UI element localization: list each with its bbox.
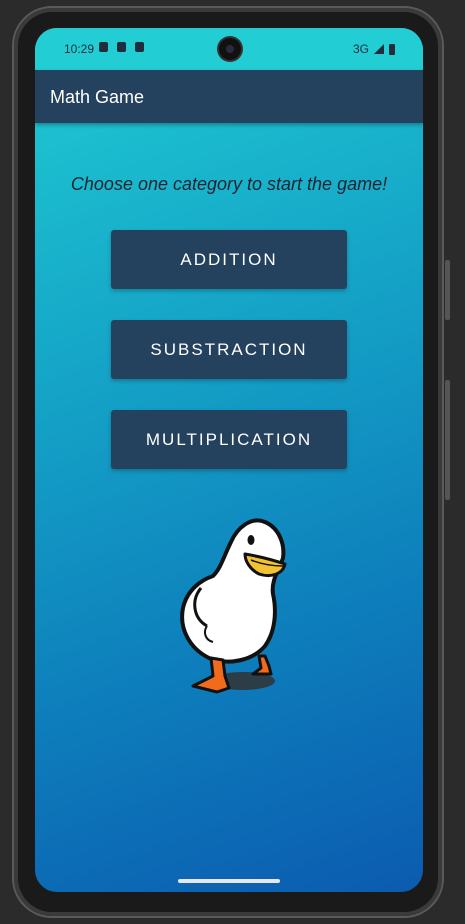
- sd-card-icon: [117, 42, 126, 52]
- screen: 10:29 3G Math Game Choose one category t…: [35, 28, 423, 892]
- home-indicator[interactable]: [178, 879, 280, 883]
- multiplication-button[interactable]: MULTIPLICATION: [111, 410, 347, 469]
- status-bar: 10:29 3G: [35, 28, 423, 70]
- status-time: 10:29: [64, 42, 95, 56]
- duck-illustration: [180, 518, 287, 694]
- battery-icon: [389, 43, 395, 55]
- app-title: Math Game: [50, 87, 145, 107]
- power-button: [445, 260, 450, 320]
- category-prompt: Choose one category to start the game!: [70, 174, 388, 194]
- signal-icon: [374, 44, 384, 54]
- volume-button: [445, 380, 450, 500]
- a-icon: [135, 42, 144, 52]
- front-camera: [219, 38, 241, 60]
- addition-button[interactable]: ADDITION: [111, 230, 347, 289]
- subtraction-button[interactable]: SUBSTRACTION: [111, 320, 347, 379]
- network-label: 3G: [352, 42, 369, 56]
- shield-icon: [99, 42, 108, 52]
- app-bar: Math Game: [35, 70, 423, 123]
